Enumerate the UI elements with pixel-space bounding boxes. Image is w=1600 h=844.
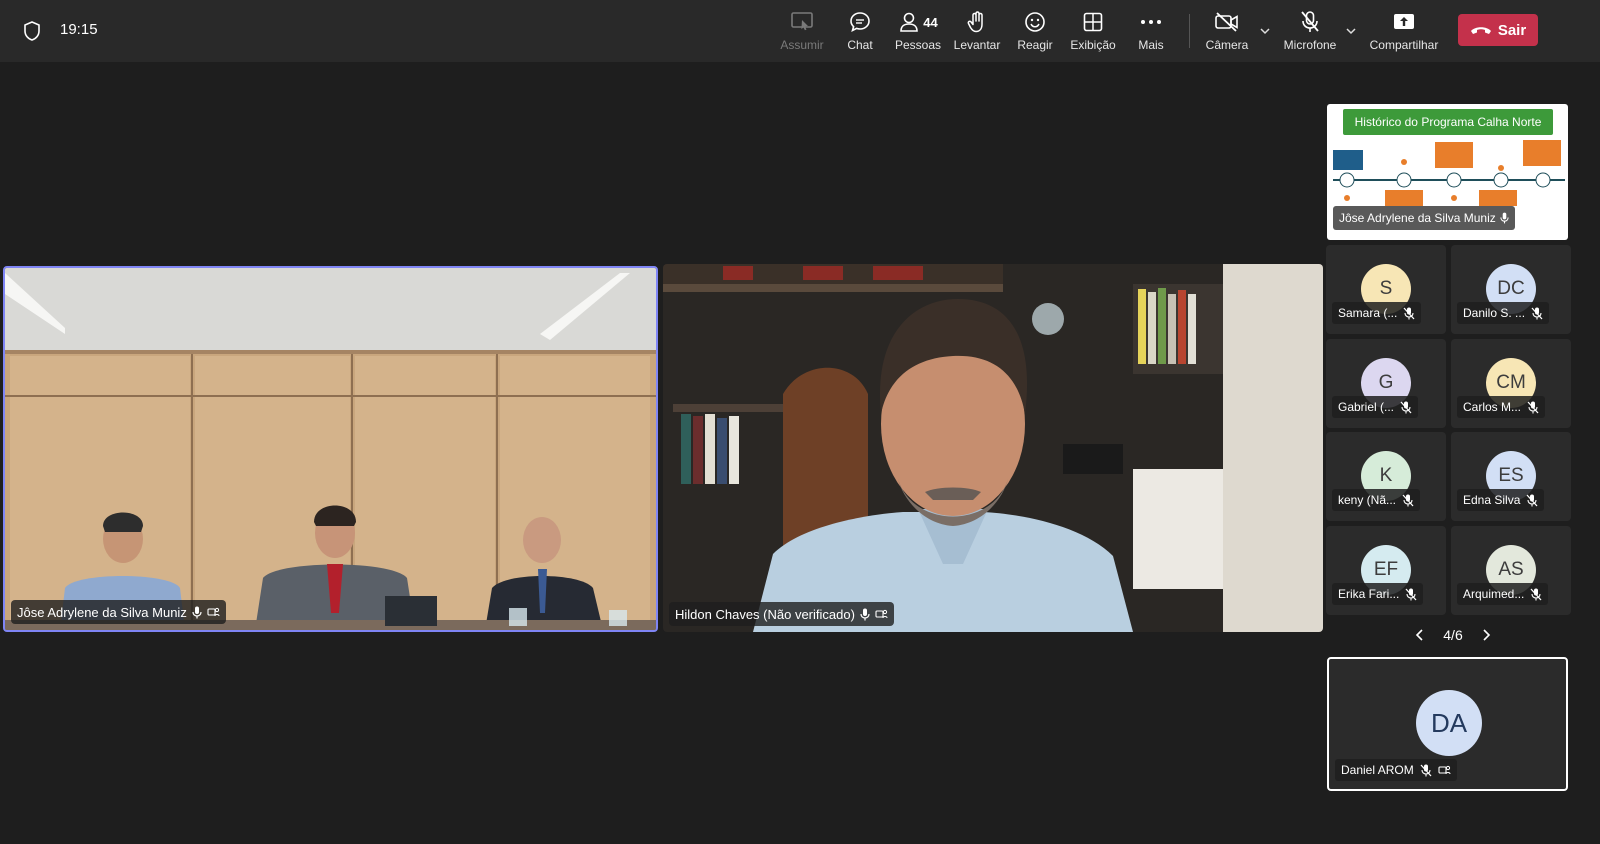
participant-tile[interactable]: CM Carlos M...: [1451, 339, 1571, 428]
microphone-off-icon: [1420, 764, 1432, 776]
more-button[interactable]: Mais: [1134, 8, 1168, 56]
shared-content-tile[interactable]: Histórico do Programa Calha Norte Jôse A…: [1327, 104, 1568, 240]
assumir-button[interactable]: Assumir: [780, 8, 824, 56]
self-video-tile[interactable]: DA Daniel AROM: [1327, 657, 1568, 791]
meeting-toolbar: 19:15 Assumir Chat 44 Pessoas Levantar R…: [0, 0, 1600, 62]
leave-button[interactable]: Sair: [1458, 14, 1538, 46]
participant-nametag: Carlos M...: [1457, 396, 1546, 418]
chat-button[interactable]: Chat: [844, 8, 876, 56]
toolbar-divider: [1189, 14, 1190, 48]
microphone-icon: [1500, 212, 1509, 224]
participant-tile[interactable]: AS Arquimed...: [1451, 526, 1571, 615]
raise-hand-button[interactable]: Levantar: [951, 8, 1003, 56]
self-nametag: Daniel AROM: [1335, 759, 1457, 781]
pessoas-button[interactable]: 44 Pessoas: [893, 8, 943, 56]
people-count-badge: 44: [923, 14, 938, 30]
shield-icon[interactable]: [22, 20, 42, 42]
participant-tile[interactable]: G Gabriel (...: [1326, 339, 1446, 428]
microphone-off-icon: [1301, 11, 1319, 32]
hand-icon: [967, 11, 983, 33]
microphone-off-icon: [1531, 307, 1543, 319]
chat-icon: [850, 12, 870, 33]
participant-nametag: Edna Silva: [1457, 489, 1545, 511]
participant-nametag: Jôse Adrylene da Silva Muniz: [11, 600, 226, 624]
microphone-button[interactable]: Microfone: [1281, 8, 1339, 56]
microphone-off-icon: [1530, 588, 1542, 600]
people-icon: [900, 12, 919, 32]
room-device-icon: [1438, 765, 1451, 775]
microphone-off-icon: [1403, 307, 1415, 319]
microphone-off-icon: [1405, 588, 1417, 600]
camera-button[interactable]: Câmera: [1203, 8, 1251, 56]
share-screen-icon: [1394, 14, 1414, 29]
react-button[interactable]: Reagir: [1015, 8, 1055, 56]
microphone-off-icon: [1527, 401, 1539, 413]
microphone-off-icon: [1400, 401, 1412, 413]
chevron-left-icon[interactable]: [1413, 628, 1427, 642]
participant-nametag: Arquimed...: [1457, 583, 1549, 605]
room-device-icon: [207, 607, 220, 617]
participant-tile[interactable]: S Samara (...: [1326, 245, 1446, 334]
participant-tile[interactable]: DC Danilo S. ...: [1451, 245, 1571, 334]
microphone-options-chevron-icon[interactable]: [1344, 24, 1358, 38]
participant-nametag: Danilo S. ...: [1457, 302, 1550, 324]
slide-timeline-graphic: [1333, 140, 1565, 206]
layout-grid-icon: [1083, 12, 1103, 32]
meeting-stage: Jôse Adrylene da Silva Muniz Hildon Chav…: [0, 62, 1600, 844]
participant-pager: 4/6: [1413, 625, 1493, 645]
share-button[interactable]: Compartilhar: [1366, 8, 1442, 56]
participant-tile[interactable]: EF Erika Fari...: [1326, 526, 1446, 615]
chevron-right-icon[interactable]: [1479, 628, 1493, 642]
video-tile-hildon[interactable]: Hildon Chaves (Não verificado): [663, 264, 1323, 632]
microphone-off-icon: [1402, 494, 1414, 506]
page-indicator: 4/6: [1443, 627, 1463, 643]
participant-tile[interactable]: ES Edna Silva: [1451, 432, 1571, 521]
participant-nametag: Hildon Chaves (Não verificado): [669, 602, 894, 626]
slide-title: Histórico do Programa Calha Norte: [1343, 109, 1553, 135]
participant-nametag: Gabriel (...: [1332, 396, 1419, 418]
video-tile-room[interactable]: Jôse Adrylene da Silva Muniz: [3, 266, 658, 632]
participant-nametag: keny (Nã...: [1332, 489, 1421, 511]
room-device-icon: [875, 609, 888, 619]
emoji-icon: [1025, 12, 1045, 32]
participant-nametag: Samara (...: [1332, 302, 1422, 324]
office-video-feed: [663, 264, 1323, 632]
more-dots-icon: [1141, 20, 1161, 24]
microphone-off-icon: [1526, 494, 1538, 506]
microphone-icon: [860, 608, 870, 620]
meeting-timer: 19:15: [60, 21, 98, 38]
camera-off-icon: [1215, 12, 1238, 32]
avatar: DA: [1416, 690, 1482, 756]
take-control-icon: [791, 12, 813, 31]
room-video-feed: [5, 268, 656, 630]
view-button[interactable]: Exibição: [1068, 8, 1118, 56]
microphone-icon: [192, 606, 202, 618]
presenter-nametag: Jôse Adrylene da Silva Muniz: [1333, 206, 1515, 230]
participant-tile[interactable]: K keny (Nã...: [1326, 432, 1446, 521]
phone-hangup-icon: [1470, 27, 1491, 34]
participant-nametag: Erika Fari...: [1332, 583, 1424, 605]
camera-options-chevron-icon[interactable]: [1258, 24, 1272, 38]
